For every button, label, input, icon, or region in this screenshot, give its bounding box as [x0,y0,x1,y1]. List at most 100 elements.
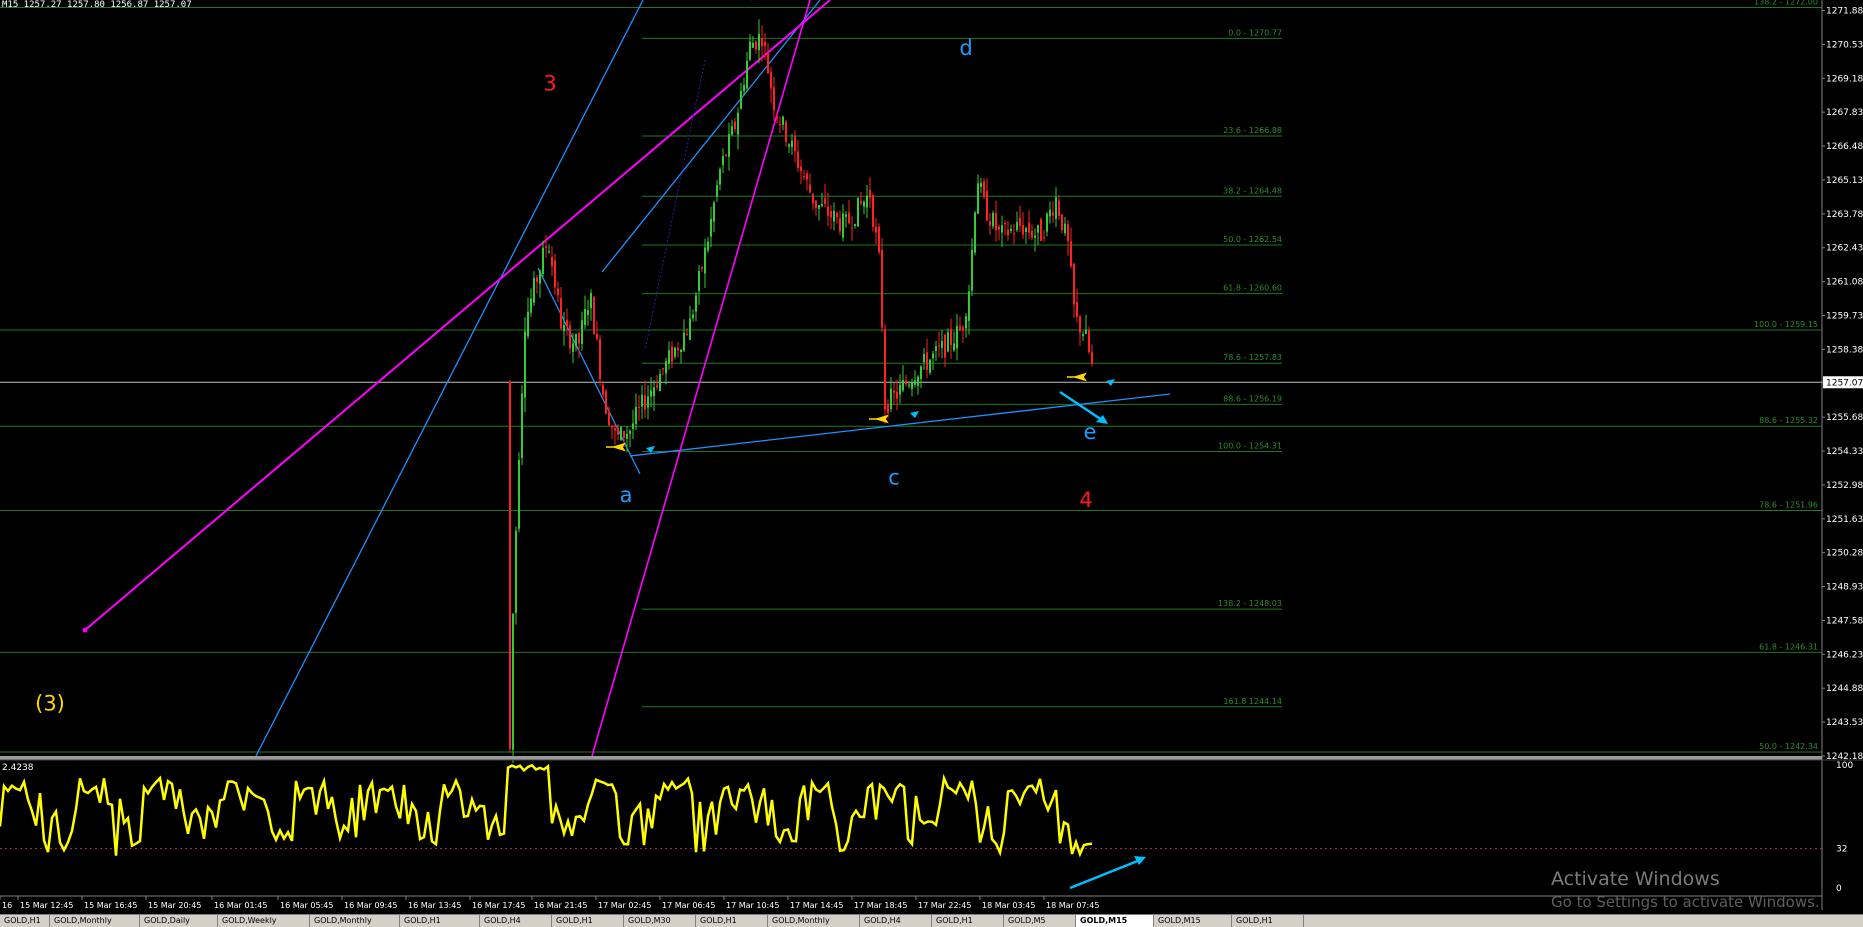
time-tick-label: 17 Mar 14:45 [790,901,843,910]
time-tick-label: 17 Mar 06:45 [662,901,715,910]
fib-level-label: 100.0 - 1259.15 [1754,320,1818,329]
candle-body [614,428,616,431]
price-tick-label: 1255.68 [1826,413,1863,423]
candle-body [1091,352,1093,364]
price-tick-label: 1258.38 [1826,345,1863,355]
candle-body [671,346,673,362]
candle-body [992,212,994,227]
candle-body [596,333,598,339]
candle-body [785,121,787,142]
candle-body [584,309,586,326]
price-tick-label: 1252.98 [1826,481,1863,491]
candle-body [746,60,748,89]
candle-body [899,384,901,395]
chart-tab[interactable]: GOLD,H1 [400,915,480,927]
price-chart[interactable]: 138.2 - 1272.00 100.0 - 1259.15 88.6 - 125… [0,0,1863,926]
candle-body [668,350,670,364]
candle-body [653,387,655,397]
candle-body [830,211,832,218]
chart-tab[interactable]: GOLD,H4 [480,915,552,927]
candle-body [728,134,730,157]
candle-body [644,395,646,410]
candle-body [1070,241,1072,267]
chart-tab[interactable]: GOLD,M15 [1154,915,1232,927]
fib-level-label: 88.6 - 1256.19 [1223,394,1282,403]
candle-body [1031,231,1033,238]
candle-body [578,332,580,344]
candle-body [683,332,685,351]
candle-body [1016,222,1018,231]
chart-tab[interactable]: GOLD,Monthly [768,915,860,927]
trendlines [82,0,1171,757]
candle-body [1049,209,1051,217]
candle-body [752,42,754,48]
candle-body [542,247,544,274]
chart-tab[interactable]: GOLD,H1 [932,915,1004,927]
chart-tab[interactable]: GOLD,Monthly [50,915,140,927]
watermark-subtitle: Go to Settings to activate Windows. [1551,893,1820,911]
wave-label: 4 [1079,488,1092,512]
chart-tab[interactable]: GOLD,Daily [140,915,218,927]
candle-body [698,270,700,291]
candle-body [869,190,871,198]
wave-label: d [959,36,972,60]
candle-body [893,390,895,393]
candle-body [692,314,694,319]
candle-body [995,212,997,231]
candle-body [638,406,640,408]
chart-tab[interactable]: GOLD,Monthly [310,915,400,927]
candle-body [695,295,697,312]
cyan-arrow-icon [910,411,919,418]
candle-body [824,198,826,205]
time-tick-label: 15 Mar 20:45 [148,901,201,910]
candle-body [974,212,976,253]
price-tick-label: 1244.88 [1826,684,1863,694]
candle-body [848,212,850,224]
candle-body [890,388,892,409]
candle-body [1067,223,1069,241]
fib-level-label: 38.2 - 1264.48 [1223,186,1282,195]
time-tick-label: 16 [2,901,12,910]
candle-body [806,173,808,180]
oscillator-header: 2.4238 [2,763,34,773]
price-tick-label: 1259.73 [1826,312,1863,322]
candle-body [932,353,934,359]
price-tick-label: 1267.83 [1826,108,1863,118]
candle-body [710,218,712,237]
candle-body [680,349,682,353]
candle-body [1001,225,1003,233]
candle-body [1013,233,1015,235]
candle-body [533,277,535,303]
price-tick-label: 1263.78 [1826,210,1863,220]
chart-tab[interactable]: GOLD,M30 [624,915,696,927]
candle-body [845,214,847,217]
wave-label: a [620,483,633,507]
chart-tab[interactable]: GOLD,M5 [1004,915,1076,927]
candle-body [1025,228,1027,232]
candle-body [794,135,796,152]
chart-tab[interactable]: GOLD,M15 [1076,915,1154,927]
candle-body [929,359,931,373]
chart-tab[interactable]: GOLD,Weekly [218,915,310,927]
candle-body [941,340,943,348]
candle-body [986,190,988,221]
candle-body [674,347,676,357]
fib-level-label: 50.0 - 1262.54 [1223,235,1282,244]
chart-tab[interactable]: GOLD,H1 [552,915,624,927]
chart-tab[interactable]: GOLD,H4 [860,915,932,927]
candle-body [968,291,970,321]
candle-body [857,197,859,227]
candle-body [842,213,844,238]
chart-tab[interactable]: GOLD,H1 [696,915,768,927]
candle-body [1010,228,1012,231]
price-tick-label: 1261.08 [1826,278,1863,288]
candle-body [536,277,538,282]
trendline [591,0,811,757]
chart-tab[interactable]: GOLD,H1 [1232,915,1304,927]
chart-tab[interactable]: GOLD,H1 [0,915,50,927]
yellow-arrow-icon [869,414,889,424]
fib-level-label: 138.2 - 1272.00 [1754,0,1818,7]
candle-body [809,184,811,193]
candle-body [956,326,958,349]
candle-body [575,333,577,347]
